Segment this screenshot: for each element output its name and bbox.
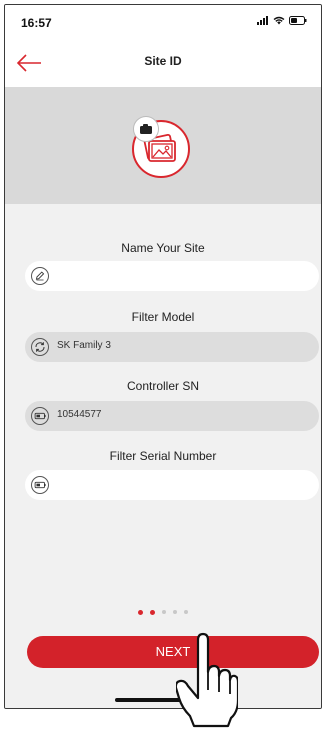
site-name-field[interactable] <box>25 261 319 291</box>
page-dot <box>162 610 166 614</box>
refresh-icon <box>31 338 49 356</box>
filter-model-field[interactable]: SK Family 3 <box>25 332 319 362</box>
page-dot <box>150 609 155 615</box>
signal-icon <box>257 16 268 25</box>
pencil-icon <box>31 267 49 285</box>
battery-icon <box>289 16 307 25</box>
site-form: Name Your Site Filter Model SK Family 3 … <box>5 204 321 708</box>
status-time: 16:57 <box>21 16 52 30</box>
controller-sn-value: 10544577 <box>57 409 102 420</box>
filter-model-value: SK Family 3 <box>57 340 111 351</box>
navigation-bar: Site ID <box>5 39 321 87</box>
controller-sn-field[interactable]: 10544577 <box>25 401 319 431</box>
controller-sn-label: Controller SN <box>126 379 200 393</box>
pointing-hand-icon <box>176 632 238 728</box>
status-icons <box>257 16 307 25</box>
filter-serial-field[interactable] <box>25 470 319 500</box>
name-label: Name Your Site <box>121 241 205 255</box>
page-dot <box>184 610 188 614</box>
phone-frame: 16:57 Site ID Name Your Site Filter Mode… <box>4 4 322 709</box>
filter-model-label: Filter Model <box>131 310 195 324</box>
next-button[interactable]: NEXT <box>27 636 319 668</box>
camera-badge[interactable] <box>133 116 159 142</box>
status-bar: 16:57 <box>5 5 321 39</box>
page-title: Site ID <box>144 54 182 68</box>
page-dot <box>138 609 143 615</box>
site-photo-area <box>5 87 321 204</box>
wifi-icon <box>273 16 285 25</box>
device-icon <box>31 407 49 425</box>
filter-serial-label: Filter Serial Number <box>109 449 217 463</box>
device-icon <box>31 476 49 494</box>
camera-icon <box>140 124 152 134</box>
page-dot <box>173 610 177 614</box>
page-indicator <box>5 609 321 615</box>
